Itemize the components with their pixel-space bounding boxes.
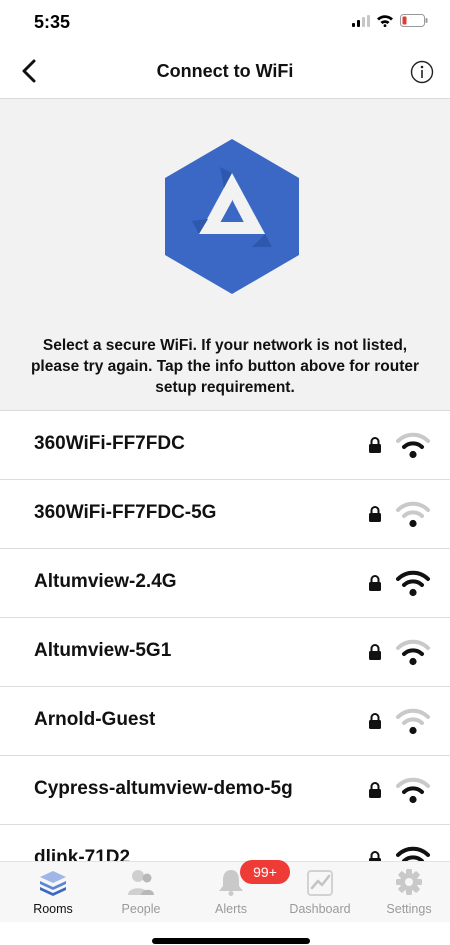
lock-icon [369,437,381,453]
tab-people[interactable]: People [96,862,186,922]
wifi-signal-icon [396,639,430,666]
wifi-network-row[interactable]: Arnold-Guest [0,687,450,756]
wifi-signal-icon [396,501,430,528]
signal-icon [352,14,370,27]
lock-icon [369,506,381,522]
gear-icon [396,869,422,895]
wifi-network-name: Altumview-5G1 [34,640,172,661]
wifi-network-row[interactable]: Cypress-altumview-demo-5g [0,756,450,825]
tab-label-people: People [121,902,161,916]
wifi-network-name: 360WiFi-FF7FDC-5G [34,502,217,523]
wifi-network-row[interactable]: 360WiFi-FF7FDC-5G [0,480,450,549]
wifi-network-row[interactable]: Altumview-2.4G [0,549,450,618]
hero-section: Select a secure WiFi. If your network is… [0,99,450,411]
tab-label-alerts: Alerts [215,902,247,916]
instructions-text: Select a secure WiFi. If your network is… [30,337,420,396]
wifi-network-row[interactable]: Altumview-5G1 [0,618,450,687]
wifi-network-row[interactable]: 360WiFi-FF7FDC [0,411,450,480]
wifi-signal-icon [396,777,430,804]
wifi-network-name: Arnold-Guest [34,709,156,730]
tab-label-settings: Settings [386,902,432,916]
wifi-network-name: Altumview-2.4G [34,571,177,592]
tab-label-rooms: Rooms [33,902,73,916]
status-icons [352,14,428,27]
tab-rooms[interactable]: Rooms [8,862,98,922]
lock-icon [369,782,381,798]
altumview-logo [165,139,299,294]
wifi-signal-icon [396,708,430,735]
wifi-network-name: dlink-71D2 [34,847,131,861]
wifi-network-row[interactable]: dlink-71D2 [0,825,450,861]
wifi-network-name: Cypress-altumview-demo-5g [34,778,293,799]
wifi-signal-icon [396,570,430,597]
nav-bar: Connect to WiFi [0,46,450,99]
home-indicator [152,938,310,944]
lock-icon [369,851,381,861]
wifi-signal-icon [396,846,430,861]
wifi-network-list[interactable]: 360WiFi-FF7FDC 360WiFi-FF7FDC-5G Altumview… [0,411,450,861]
wifi-network-name: 360WiFi-FF7FDC [34,433,185,454]
wifi-signal-icon [396,432,430,459]
tab-settings[interactable]: Settings [364,862,450,922]
rooms-layers-icon [40,871,66,896]
alerts-badge: 99+ [240,860,290,884]
lock-icon [369,575,381,591]
status-time: 5:35 [34,12,71,32]
info-circle-icon[interactable] [410,60,434,84]
lock-icon [369,644,381,660]
chart-line-icon [307,870,333,896]
tab-label-dashboard: Dashboard [289,902,351,916]
page-title: Connect to WiFi [156,61,294,81]
status-bar: 5:35 [0,0,450,46]
battery-low-icon [400,14,428,27]
tab-bar: Rooms People Alerts Dashboard Settings [0,861,450,922]
wifi-status-icon [377,15,393,27]
people-icon [128,870,154,895]
lock-icon [369,713,381,729]
